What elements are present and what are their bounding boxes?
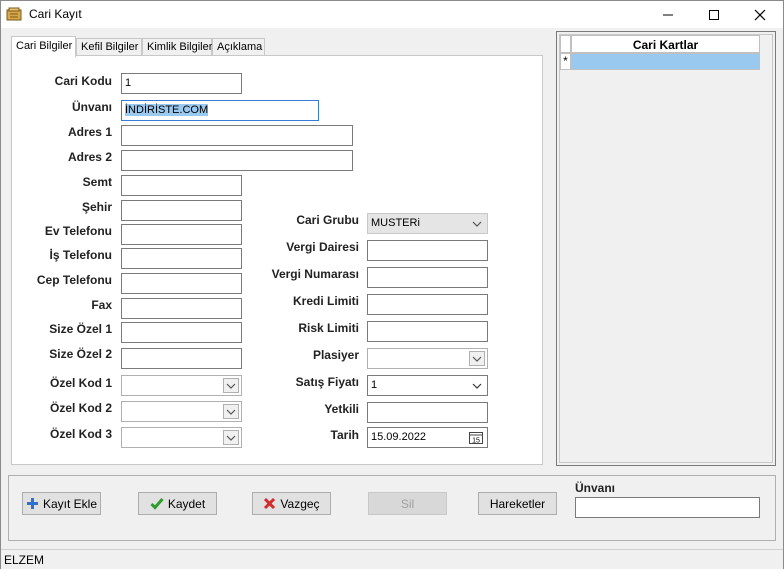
ozel-kod3-label: Özel Kod 3	[49, 427, 112, 441]
app-icon	[6, 7, 22, 21]
cari-kodu-input[interactable]: 1	[121, 73, 242, 94]
chevron-down-icon[interactable]	[223, 430, 239, 445]
ozel-kod1-select[interactable]	[121, 375, 242, 396]
size-ozel2-input[interactable]	[121, 348, 242, 369]
tab-cari-bilgiler[interactable]: Cari Bilgiler	[11, 36, 76, 57]
ozel-kod3-select[interactable]	[121, 427, 242, 448]
cari-grubu-label: Cari Grubu	[296, 213, 359, 227]
grid-body: Cari Kartlar *	[559, 34, 773, 463]
vazgec-label: Vazgeç	[280, 496, 320, 511]
window-title: Cari Kayıt	[29, 7, 82, 21]
chevron-down-icon[interactable]	[469, 351, 485, 366]
hareketler-label: Hareketler	[489, 496, 546, 511]
plasiyer-label: Plasiyer	[312, 348, 359, 362]
risk-limiti-input[interactable]	[367, 321, 488, 342]
unvani-label: Ünvanı	[71, 100, 112, 114]
tab-aciklama[interactable]: Açıklama	[212, 38, 265, 56]
adres1-label: Adres 1	[67, 125, 112, 139]
size-ozel1-label: Size Özel 1	[49, 322, 112, 336]
kaydet-button[interactable]: Kaydet	[138, 492, 217, 515]
cari-kodu-label: Cari Kodu	[54, 74, 112, 88]
fax-input[interactable]	[121, 298, 242, 319]
satis-fiyati-select[interactable]: 1	[367, 375, 488, 396]
chevron-down-icon[interactable]	[469, 378, 485, 393]
grid-new-row-cell[interactable]	[571, 53, 760, 70]
risk-limiti-label: Risk Limiti	[298, 321, 359, 335]
kayit-ekle-label: Kayıt Ekle	[42, 496, 98, 511]
vergi-dairesi-input[interactable]	[367, 240, 488, 261]
plasiyer-select[interactable]	[367, 348, 488, 369]
adres2-input[interactable]	[121, 150, 353, 171]
tarih-datepicker[interactable]: 15.09.2022 15	[367, 427, 488, 448]
unvani-input-text: İNDİRİSTE.COM	[125, 104, 209, 116]
chevron-down-icon[interactable]	[469, 216, 485, 231]
plus-icon	[26, 498, 38, 509]
ozel-kod2-select[interactable]	[121, 401, 242, 422]
cancel-x-icon	[264, 497, 276, 510]
satis-fiyati-value: 1	[371, 379, 378, 391]
tarih-label: Tarih	[330, 428, 359, 442]
vergi-numarasi-label: Vergi Numarası	[271, 267, 359, 281]
size-ozel1-input[interactable]	[121, 322, 242, 343]
ozel-kod1-label: Özel Kod 1	[49, 376, 112, 390]
tarih-value: 15.09.2022	[371, 431, 427, 443]
fax-label: Fax	[91, 298, 112, 312]
search-unvani-input[interactable]	[575, 497, 760, 518]
yetkili-input[interactable]	[367, 402, 488, 423]
maximize-button[interactable]	[691, 1, 737, 28]
size-ozel2-label: Size Özel 2	[49, 347, 112, 361]
is-telefonu-input[interactable]	[121, 248, 242, 269]
hareketler-button[interactable]: Hareketler	[478, 492, 557, 515]
check-icon	[150, 498, 164, 510]
status-bar: ELZEM	[1, 549, 783, 569]
semt-input[interactable]	[121, 175, 242, 196]
ev-telefonu-input[interactable]	[121, 224, 242, 245]
minimize-button[interactable]	[645, 1, 691, 28]
close-icon	[754, 9, 766, 20]
chevron-down-icon[interactable]	[223, 404, 239, 419]
adres2-label: Adres 2	[67, 150, 112, 164]
kaydet-label: Kaydet	[167, 496, 206, 511]
sehir-input[interactable]	[121, 200, 242, 221]
grid-new-row-marker: *	[560, 53, 571, 70]
close-button[interactable]	[737, 1, 783, 28]
is-telefonu-label: İş Telefonu	[49, 248, 112, 262]
unvani-input[interactable]: İNDİRİSTE.COM	[121, 100, 319, 121]
cari-grubu-select[interactable]: MUSTERi	[367, 213, 488, 234]
tab-kefil-bilgiler[interactable]: Kefil Bilgiler	[76, 38, 142, 56]
satis-fiyati-label: Satış Fiyatı	[295, 375, 359, 389]
tab-kimlik-bilgiler[interactable]: Kimlik Bilgiler	[142, 38, 212, 56]
semt-label: Semt	[82, 175, 112, 189]
svg-text:15: 15	[472, 437, 480, 444]
sil-button[interactable]: Sil	[368, 492, 447, 515]
grid-corner	[560, 35, 571, 53]
vazgec-button[interactable]: Vazgeç	[252, 492, 331, 515]
yetkili-label: Yetkili	[324, 402, 359, 416]
grid-header-cari-kartlar[interactable]: Cari Kartlar	[571, 35, 760, 53]
sehir-label: Şehir	[81, 200, 112, 214]
ev-telefonu-label: Ev Telefonu	[44, 224, 112, 238]
chevron-down-icon[interactable]	[223, 378, 239, 393]
kayit-ekle-button[interactable]: Kayıt Ekle	[22, 492, 101, 515]
kredi-limiti-label: Kredi Limiti	[292, 294, 359, 308]
adres1-input[interactable]	[121, 125, 353, 146]
status-text: ELZEM	[4, 553, 45, 567]
calendar-icon[interactable]: 15	[467, 430, 485, 445]
ozel-kod2-label: Özel Kod 2	[49, 401, 112, 415]
vergi-dairesi-label: Vergi Dairesi	[286, 240, 359, 254]
cep-telefonu-label: Cep Telefonu	[36, 273, 112, 287]
maximize-icon	[709, 9, 719, 20]
search-unvani-label: Ünvanı	[575, 481, 616, 495]
minimize-icon	[663, 14, 673, 15]
cari-grubu-value: MUSTERi	[371, 217, 420, 229]
cari-kartlar-grid[interactable]: Cari Kartlar *	[556, 31, 776, 466]
kredi-limiti-input[interactable]	[367, 294, 488, 315]
title-bar: Cari Kayıt	[1, 1, 783, 28]
vergi-numarasi-input[interactable]	[367, 267, 488, 288]
cep-telefonu-input[interactable]	[121, 273, 242, 294]
sil-label: Sil	[400, 496, 415, 511]
cari-kayit-window: Cari Kayıt Cari Bilgiler Kefil Bilgiler …	[0, 0, 784, 569]
